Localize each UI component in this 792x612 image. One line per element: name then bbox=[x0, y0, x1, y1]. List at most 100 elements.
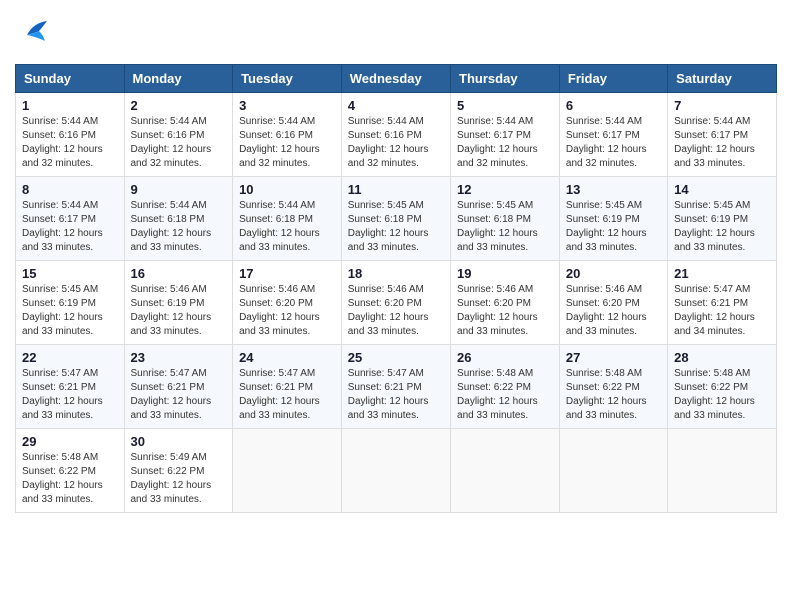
calendar-cell: 12 Sunrise: 5:45 AMSunset: 6:18 PMDayligh… bbox=[451, 177, 560, 261]
calendar-cell: 5 Sunrise: 5:44 AMSunset: 6:17 PMDaylight… bbox=[451, 93, 560, 177]
calendar-cell: 4 Sunrise: 5:44 AMSunset: 6:16 PMDaylight… bbox=[341, 93, 450, 177]
column-header-monday: Monday bbox=[124, 65, 233, 93]
day-info: Sunrise: 5:45 AMSunset: 6:19 PMDaylight:… bbox=[566, 199, 661, 255]
column-header-friday: Friday bbox=[559, 65, 667, 93]
day-info: Sunrise: 5:47 AMSunset: 6:21 PMDaylight:… bbox=[22, 367, 118, 423]
calendar-cell: 21 Sunrise: 5:47 AMSunset: 6:21 PMDayligh… bbox=[668, 261, 777, 345]
day-info: Sunrise: 5:44 AMSunset: 6:17 PMDaylight:… bbox=[674, 115, 770, 171]
day-info: Sunrise: 5:44 AMSunset: 6:18 PMDaylight:… bbox=[239, 199, 335, 255]
day-number: 19 bbox=[457, 266, 553, 281]
day-number: 28 bbox=[674, 350, 770, 365]
day-info: Sunrise: 5:45 AMSunset: 6:18 PMDaylight:… bbox=[348, 199, 444, 255]
day-number: 22 bbox=[22, 350, 118, 365]
day-number: 18 bbox=[348, 266, 444, 281]
day-info: Sunrise: 5:46 AMSunset: 6:20 PMDaylight:… bbox=[239, 283, 335, 339]
calendar-cell: 10 Sunrise: 5:44 AMSunset: 6:18 PMDayligh… bbox=[233, 177, 342, 261]
day-number: 5 bbox=[457, 98, 553, 113]
day-info: Sunrise: 5:46 AMSunset: 6:20 PMDaylight:… bbox=[566, 283, 661, 339]
day-number: 21 bbox=[674, 266, 770, 281]
calendar-cell: 3Sunrise: 5:44 AMSunset: 6:16 PMDaylight… bbox=[233, 93, 342, 177]
calendar-cell: 13 Sunrise: 5:45 AMSunset: 6:19 PMDayligh… bbox=[559, 177, 667, 261]
calendar-week-row: 1 Sunrise: 5:44 AMSunset: 6:16 PMDaylight… bbox=[16, 93, 777, 177]
calendar-cell: 29 Sunrise: 5:48 AMSunset: 6:22 PMDayligh… bbox=[16, 429, 125, 513]
calendar-cell: 24 Sunrise: 5:47 AMSunset: 6:21 PMDayligh… bbox=[233, 345, 342, 429]
day-info: Sunrise: 5:49 AMSunset: 6:22 PMDaylight:… bbox=[131, 451, 227, 507]
calendar-cell: 30 Sunrise: 5:49 AMSunset: 6:22 PMDayligh… bbox=[124, 429, 233, 513]
day-number: 9 bbox=[131, 182, 227, 197]
logo bbox=[15, 15, 51, 54]
calendar-week-row: 15 Sunrise: 5:45 AMSunset: 6:19 PMDayligh… bbox=[16, 261, 777, 345]
day-number: 13 bbox=[566, 182, 661, 197]
logo-bird-icon bbox=[19, 15, 51, 54]
day-number: 10 bbox=[239, 182, 335, 197]
calendar-cell: 7 Sunrise: 5:44 AMSunset: 6:17 PMDaylight… bbox=[668, 93, 777, 177]
day-number: 12 bbox=[457, 182, 553, 197]
calendar-cell bbox=[559, 429, 667, 513]
day-info: Sunrise: 5:47 AMSunset: 6:21 PMDaylight:… bbox=[131, 367, 227, 423]
day-number: 6 bbox=[566, 98, 661, 113]
day-number: 25 bbox=[348, 350, 444, 365]
day-number: 30 bbox=[131, 434, 227, 449]
calendar-cell: 22 Sunrise: 5:47 AMSunset: 6:21 PMDayligh… bbox=[16, 345, 125, 429]
day-number: 15 bbox=[22, 266, 118, 281]
day-info: Sunrise: 5:44 AMSunset: 6:17 PMDaylight:… bbox=[22, 199, 118, 255]
column-header-saturday: Saturday bbox=[668, 65, 777, 93]
calendar-cell: 17Sunrise: 5:46 AMSunset: 6:20 PMDayligh… bbox=[233, 261, 342, 345]
day-number: 26 bbox=[457, 350, 553, 365]
day-info: Sunrise: 5:45 AMSunset: 6:19 PMDaylight:… bbox=[674, 199, 770, 255]
day-info: Sunrise: 5:47 AMSunset: 6:21 PMDaylight:… bbox=[674, 283, 770, 339]
calendar-table: SundayMondayTuesdayWednesdayThursdayFrid… bbox=[15, 64, 777, 513]
day-info: Sunrise: 5:44 AMSunset: 6:16 PMDaylight:… bbox=[239, 115, 335, 171]
day-info: Sunrise: 5:44 AMSunset: 6:16 PMDaylight:… bbox=[348, 115, 444, 171]
day-number: 23 bbox=[131, 350, 227, 365]
calendar-week-row: 22 Sunrise: 5:47 AMSunset: 6:21 PMDayligh… bbox=[16, 345, 777, 429]
day-info: Sunrise: 5:48 AMSunset: 6:22 PMDaylight:… bbox=[22, 451, 118, 507]
column-header-wednesday: Wednesday bbox=[341, 65, 450, 93]
calendar-cell: 23 Sunrise: 5:47 AMSunset: 6:21 PMDayligh… bbox=[124, 345, 233, 429]
day-number: 27 bbox=[566, 350, 661, 365]
day-info: Sunrise: 5:47 AMSunset: 6:21 PMDaylight:… bbox=[239, 367, 335, 423]
day-info: Sunrise: 5:48 AMSunset: 6:22 PMDaylight:… bbox=[457, 367, 553, 423]
day-info: Sunrise: 5:44 AMSunset: 6:17 PMDaylight:… bbox=[566, 115, 661, 171]
calendar-cell: 8 Sunrise: 5:44 AMSunset: 6:17 PMDaylight… bbox=[16, 177, 125, 261]
calendar-cell bbox=[451, 429, 560, 513]
day-info: Sunrise: 5:48 AMSunset: 6:22 PMDaylight:… bbox=[566, 367, 661, 423]
calendar-cell: 19Sunrise: 5:46 AMSunset: 6:20 PMDayligh… bbox=[451, 261, 560, 345]
calendar-cell: 18 Sunrise: 5:46 AMSunset: 6:20 PMDayligh… bbox=[341, 261, 450, 345]
day-number: 14 bbox=[674, 182, 770, 197]
calendar-cell: 14 Sunrise: 5:45 AMSunset: 6:19 PMDayligh… bbox=[668, 177, 777, 261]
day-info: Sunrise: 5:44 AMSunset: 6:18 PMDaylight:… bbox=[131, 199, 227, 255]
day-number: 24 bbox=[239, 350, 335, 365]
day-number: 2 bbox=[131, 98, 227, 113]
day-number: 29 bbox=[22, 434, 118, 449]
calendar-cell: 28 Sunrise: 5:48 AMSunset: 6:22 PMDayligh… bbox=[668, 345, 777, 429]
day-number: 7 bbox=[674, 98, 770, 113]
day-info: Sunrise: 5:47 AMSunset: 6:21 PMDaylight:… bbox=[348, 367, 444, 423]
calendar-cell bbox=[233, 429, 342, 513]
calendar-cell bbox=[341, 429, 450, 513]
day-info: Sunrise: 5:48 AMSunset: 6:22 PMDaylight:… bbox=[674, 367, 770, 423]
calendar-week-row: 8 Sunrise: 5:44 AMSunset: 6:17 PMDaylight… bbox=[16, 177, 777, 261]
calendar-cell: 25 Sunrise: 5:47 AMSunset: 6:21 PMDayligh… bbox=[341, 345, 450, 429]
day-number: 4 bbox=[348, 98, 444, 113]
day-number: 20 bbox=[566, 266, 661, 281]
calendar-cell: 6 Sunrise: 5:44 AMSunset: 6:17 PMDaylight… bbox=[559, 93, 667, 177]
day-number: 1 bbox=[22, 98, 118, 113]
calendar-cell: 27 Sunrise: 5:48 AMSunset: 6:22 PMDayligh… bbox=[559, 345, 667, 429]
day-info: Sunrise: 5:46 AMSunset: 6:20 PMDaylight:… bbox=[348, 283, 444, 339]
day-number: 8 bbox=[22, 182, 118, 197]
day-info: Sunrise: 5:44 AMSunset: 6:16 PMDaylight:… bbox=[131, 115, 227, 171]
day-info: Sunrise: 5:44 AMSunset: 6:17 PMDaylight:… bbox=[457, 115, 553, 171]
day-info: Sunrise: 5:44 AMSunset: 6:16 PMDaylight:… bbox=[22, 115, 118, 171]
calendar-cell: 1 Sunrise: 5:44 AMSunset: 6:16 PMDaylight… bbox=[16, 93, 125, 177]
day-info: Sunrise: 5:45 AMSunset: 6:19 PMDaylight:… bbox=[22, 283, 118, 339]
calendar-cell bbox=[668, 429, 777, 513]
calendar-cell: 2 Sunrise: 5:44 AMSunset: 6:16 PMDaylight… bbox=[124, 93, 233, 177]
header bbox=[15, 15, 777, 54]
calendar-cell: 11Sunrise: 5:45 AMSunset: 6:18 PMDayligh… bbox=[341, 177, 450, 261]
calendar-week-row: 29 Sunrise: 5:48 AMSunset: 6:22 PMDayligh… bbox=[16, 429, 777, 513]
column-header-thursday: Thursday bbox=[451, 65, 560, 93]
calendar-cell: 9 Sunrise: 5:44 AMSunset: 6:18 PMDaylight… bbox=[124, 177, 233, 261]
day-info: Sunrise: 5:45 AMSunset: 6:18 PMDaylight:… bbox=[457, 199, 553, 255]
calendar-cell: 20 Sunrise: 5:46 AMSunset: 6:20 PMDayligh… bbox=[559, 261, 667, 345]
